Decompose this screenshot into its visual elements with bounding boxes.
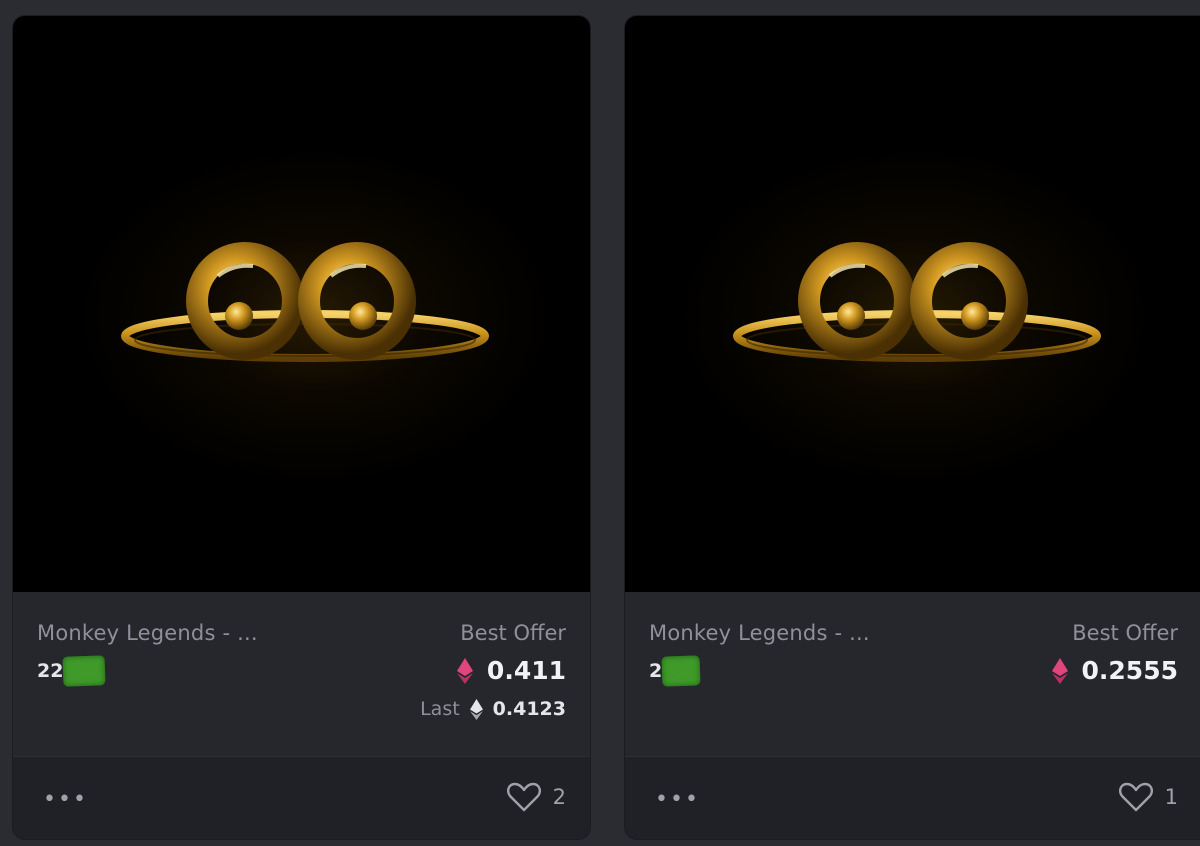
ring bbox=[733, 242, 1101, 362]
eth-diamond-icon bbox=[1051, 657, 1068, 684]
redaction-mark bbox=[62, 655, 106, 687]
more-dots-icon[interactable]: ••• bbox=[655, 789, 700, 811]
eth-diamond-icon bbox=[469, 698, 483, 720]
token-id-text: 22 bbox=[37, 660, 64, 682]
card-footer: ••• 1 bbox=[625, 756, 1200, 839]
like-count: 2 bbox=[552, 785, 566, 809]
nft-card[interactable]: Monkey Legends - ... 2 Best Offer 0.2555… bbox=[625, 16, 1200, 839]
nft-image[interactable] bbox=[13, 16, 590, 592]
favorite-button[interactable]: 1 bbox=[1118, 782, 1178, 812]
best-offer-price: 0.2555 bbox=[1081, 656, 1178, 685]
card-footer: ••• 2 bbox=[13, 756, 590, 839]
favorite-button[interactable]: 2 bbox=[506, 782, 566, 812]
best-offer-label: Best Offer bbox=[460, 621, 566, 645]
best-offer-price: 0.411 bbox=[486, 656, 566, 685]
gold-ring-illustration bbox=[733, 242, 1101, 362]
like-count: 1 bbox=[1164, 785, 1178, 809]
card-info: Monkey Legends - ... 22 Best Offer 0.411… bbox=[13, 592, 590, 756]
collection-name[interactable]: Monkey Legends - ... bbox=[37, 621, 258, 645]
token-id: 2 bbox=[649, 655, 701, 687]
ring bbox=[121, 242, 489, 362]
token-id-text: 2 bbox=[649, 660, 663, 682]
redaction-mark bbox=[661, 655, 701, 687]
last-sale-row: Last 0.4123 bbox=[420, 698, 566, 720]
eth-diamond-icon bbox=[456, 657, 473, 684]
last-sale-price: 0.4123 bbox=[492, 698, 566, 720]
last-label: Last bbox=[420, 698, 460, 720]
token-id: 22 bbox=[37, 655, 106, 687]
nft-grid: Monkey Legends - ... 22 Best Offer 0.411… bbox=[0, 0, 1200, 846]
collection-name[interactable]: Monkey Legends - ... bbox=[649, 621, 870, 645]
nft-image[interactable] bbox=[625, 16, 1200, 592]
nft-card[interactable]: Monkey Legends - ... 22 Best Offer 0.411… bbox=[13, 16, 590, 839]
best-offer-label: Best Offer bbox=[1072, 621, 1178, 645]
heart-icon[interactable] bbox=[1118, 782, 1153, 812]
more-dots-icon[interactable]: ••• bbox=[43, 789, 88, 811]
gold-ring-illustration bbox=[121, 242, 489, 362]
card-info: Monkey Legends - ... 2 Best Offer 0.2555 bbox=[625, 592, 1200, 756]
price-row: 0.411 bbox=[456, 656, 566, 685]
heart-icon[interactable] bbox=[506, 782, 541, 812]
price-row: 0.2555 bbox=[1051, 656, 1178, 685]
